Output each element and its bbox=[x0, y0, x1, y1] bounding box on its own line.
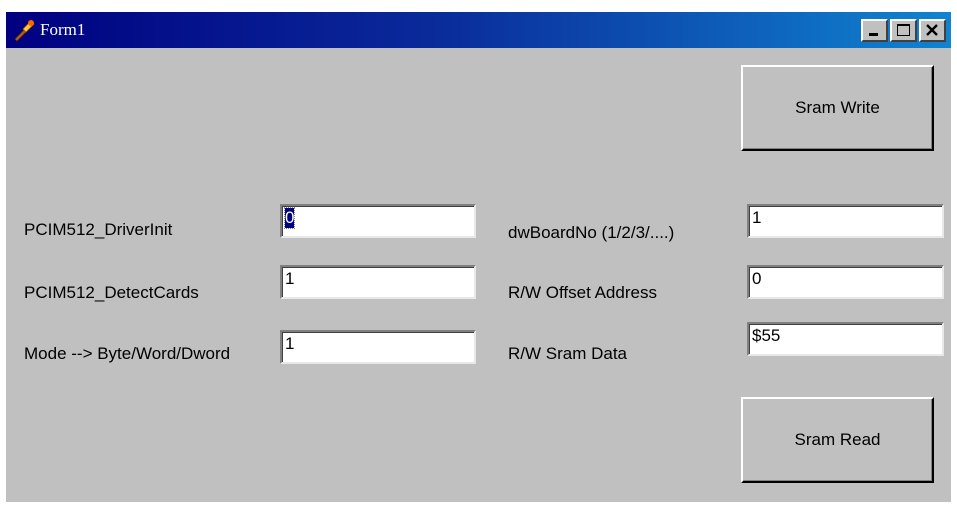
maximize-icon bbox=[897, 24, 910, 36]
board-no-value: 1 bbox=[752, 208, 762, 227]
sram-data-field[interactable]: $55 bbox=[747, 322, 944, 356]
detect-cards-field[interactable]: 1 bbox=[280, 265, 476, 299]
offset-address-label: R/W Offset Address bbox=[508, 283, 657, 302]
mode-field[interactable]: 1 bbox=[280, 330, 476, 364]
form1-window: Form1 Sram Write PCIM512_DriverInit 0 PC… bbox=[6, 12, 951, 502]
sram-read-button[interactable]: Sram Read bbox=[741, 397, 934, 483]
detect-cards-label: PCIM512_DetectCards bbox=[24, 283, 199, 302]
board-no-field[interactable]: 1 bbox=[747, 204, 944, 238]
window-title: Form1 bbox=[40, 20, 86, 39]
driver-init-label: PCIM512_DriverInit bbox=[24, 220, 173, 239]
sram-data-label: R/W Sram Data bbox=[508, 344, 628, 363]
title-bar[interactable]: Form1 bbox=[6, 12, 951, 48]
board-no-label: dwBoardNo (1/2/3/....) bbox=[508, 223, 675, 242]
offset-address-value: 0 bbox=[752, 269, 762, 288]
mode-value: 1 bbox=[285, 334, 295, 353]
offset-address-field[interactable]: 0 bbox=[747, 265, 944, 299]
maximize-button[interactable] bbox=[890, 19, 917, 42]
sram-write-button[interactable]: Sram Write bbox=[741, 65, 934, 151]
detect-cards-value: 1 bbox=[285, 269, 295, 288]
torch-icon bbox=[14, 20, 35, 42]
close-icon bbox=[926, 24, 938, 36]
close-button[interactable] bbox=[919, 19, 946, 42]
minimize-icon bbox=[869, 33, 878, 36]
driver-init-field[interactable]: 0 bbox=[280, 204, 476, 238]
sram-data-value: $55 bbox=[752, 326, 781, 345]
driver-init-value: 0 bbox=[283, 207, 296, 229]
minimize-button[interactable] bbox=[861, 19, 888, 42]
mode-label: Mode --> Byte/Word/Dword bbox=[24, 344, 231, 363]
